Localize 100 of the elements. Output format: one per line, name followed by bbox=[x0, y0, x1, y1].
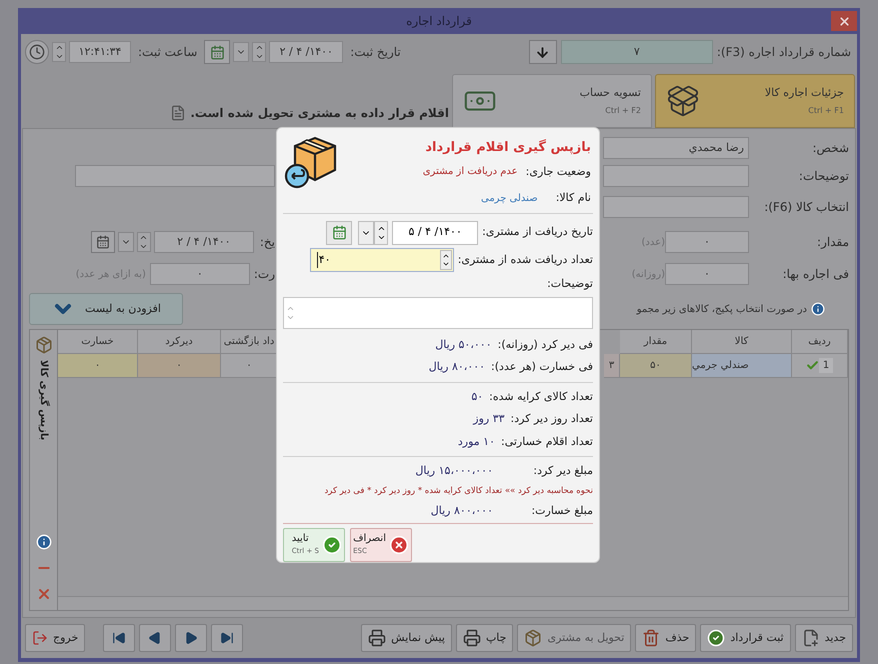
caret-up-icon bbox=[139, 233, 148, 242]
field-label: تعداد کالای کرایه شده: bbox=[489, 388, 593, 405]
check-circle-icon bbox=[322, 535, 342, 555]
window-title: قرارداد اجاره bbox=[406, 13, 472, 30]
caret-down-icon bbox=[54, 52, 64, 61]
status-text: عدم دریافت از مشتری bbox=[422, 165, 518, 180]
field-label: تاریخ دریافت از مشتری: bbox=[482, 224, 593, 240]
caret-down-icon bbox=[254, 52, 264, 61]
printer-icon bbox=[368, 629, 386, 647]
field-label: فی خسارت (هر عدد): bbox=[491, 359, 593, 376]
contract-number-field[interactable]: ۷ bbox=[560, 40, 713, 64]
table-cell: صندلي جرمي bbox=[692, 354, 792, 378]
field-label: یخ: bbox=[260, 234, 275, 251]
spin-button[interactable] bbox=[374, 220, 388, 245]
table-cell: ۵۰ bbox=[620, 354, 692, 378]
field-label: نام کالا: bbox=[556, 190, 591, 206]
formula-text: نحوه محاسبه دیر کرد »» تعداد کالای کرایه شده * روز دیر کرد * فی دیر کرد bbox=[323, 484, 593, 498]
value-text: ۳۳ روز bbox=[473, 411, 505, 428]
field-label: رت: bbox=[254, 266, 275, 283]
date-field[interactable]: ۱۴۰۰/ ۴ / ۵ bbox=[392, 220, 478, 245]
info-icon bbox=[36, 534, 52, 550]
table-cell: ۰ bbox=[138, 354, 221, 378]
fee-field[interactable]: ۰ bbox=[150, 263, 250, 285]
time-field[interactable]: ۱۲:۴۱:۳۴ bbox=[69, 41, 131, 63]
side-panel-title: بازپس گیری کالا bbox=[37, 360, 50, 440]
field-label: ساعت ثبت: bbox=[138, 44, 198, 61]
notes-field[interactable] bbox=[283, 296, 593, 329]
shortcut-text: Ctrl + F2 bbox=[605, 105, 641, 118]
next-icon bbox=[184, 631, 198, 645]
column-header: دیرکرد bbox=[138, 330, 221, 354]
arrow-down-button[interactable] bbox=[528, 40, 557, 64]
rate-field[interactable]: ۰ bbox=[665, 263, 749, 285]
exit-icon bbox=[32, 630, 48, 646]
table-cell: ۰ bbox=[58, 354, 138, 378]
field-label: فی دیر کرد (روزانه): bbox=[498, 336, 593, 353]
person-field[interactable]: رضا محمدي bbox=[603, 137, 749, 159]
value-text: ۱۰ مورد bbox=[458, 434, 495, 450]
navigation-button[interactable] bbox=[211, 624, 244, 652]
column-header: خسارت bbox=[58, 330, 138, 354]
column-header: کالا bbox=[692, 330, 792, 354]
caret-up-icon bbox=[254, 43, 264, 52]
description-field[interactable] bbox=[603, 165, 749, 187]
toolbar-button[interactable]: ثبت قرارداد bbox=[700, 624, 791, 652]
notice-text: اقلام قرار داده به مشتری تحویل شده است. bbox=[190, 105, 449, 122]
clock-button[interactable] bbox=[25, 40, 49, 64]
close-button[interactable] bbox=[831, 11, 857, 31]
first-icon bbox=[112, 631, 126, 645]
navigation-button[interactable] bbox=[175, 624, 208, 652]
close-icon bbox=[838, 14, 850, 28]
exit-button[interactable]: خروج bbox=[25, 624, 86, 652]
date-field[interactable]: ۱۴۰۰/ ۴ / ۲ bbox=[269, 41, 344, 63]
close-circle-icon bbox=[389, 535, 409, 555]
field-label: توضیحات: bbox=[798, 168, 849, 185]
shortcut-text: Ctrl + F1 bbox=[808, 105, 844, 118]
add-to-list-button[interactable]: افزودن به لیست bbox=[29, 293, 183, 325]
calendar-button[interactable] bbox=[204, 40, 230, 64]
arrow-down-icon bbox=[535, 44, 550, 60]
navigation-button[interactable] bbox=[139, 624, 172, 652]
column-header: داد بازگشتی bbox=[221, 330, 278, 354]
quantity-field[interactable]: ۴۰ bbox=[310, 248, 454, 272]
scrollbar[interactable] bbox=[58, 596, 848, 610]
column-header: مقدار bbox=[620, 330, 692, 354]
value-text: ۸۰،۰۰۰ ریال bbox=[428, 359, 486, 376]
date-field[interactable]: ۱۴۰۰/ ۴ / ۲ bbox=[154, 231, 254, 253]
column-header: ردیف bbox=[792, 330, 848, 354]
toolbar-button[interactable]: پیش نمایش bbox=[361, 624, 452, 652]
field-label: شخص: bbox=[811, 140, 849, 157]
toolbar-button[interactable]: حذف bbox=[635, 624, 696, 652]
printer-icon bbox=[462, 629, 481, 647]
calendar-icon bbox=[210, 44, 225, 60]
navigation-button[interactable] bbox=[103, 624, 136, 652]
toolbar-button[interactable]: جدید bbox=[794, 624, 853, 652]
tab-label: جزئیات اجاره کالا bbox=[764, 84, 844, 101]
field-label: شماره قرارداد اجاره (F3): bbox=[716, 44, 851, 61]
description-field[interactable] bbox=[75, 165, 275, 187]
calendar-button[interactable] bbox=[326, 220, 352, 245]
item-select-field[interactable] bbox=[603, 196, 749, 218]
value-text: ۵۰،۰۰۰ ریال bbox=[435, 336, 492, 353]
value-text: ۸۰۰،۰۰۰ ریال bbox=[430, 502, 493, 519]
quantity-field[interactable]: ۰ bbox=[665, 231, 749, 253]
caret-up-icon bbox=[54, 43, 64, 52]
dialog-title: بازپس گیری اقلام قرارداد bbox=[424, 138, 591, 157]
field-label: وضعیت جاری: bbox=[526, 164, 591, 180]
table-cell: ۳ bbox=[604, 354, 620, 378]
field-label: مقدار: bbox=[816, 234, 849, 251]
calendar-button[interactable] bbox=[90, 231, 115, 253]
quantity-value: ۴۰ bbox=[316, 252, 331, 268]
item-name: صندلی چرمی bbox=[480, 192, 538, 206]
box-icon bbox=[34, 336, 52, 354]
field-label: تاریخ ثبت: bbox=[350, 44, 401, 61]
info-text: در صورت انتخاب پکیج، کالاهای زیر مجمو bbox=[636, 302, 807, 316]
field-label: فی اجاره بها: bbox=[782, 266, 849, 283]
field-label: توضیحات: bbox=[546, 276, 593, 292]
field-label: تعداد روز دیر کرد: bbox=[510, 411, 593, 428]
field-label: مبلغ خسارت: bbox=[530, 502, 593, 519]
check-circle-icon bbox=[707, 629, 726, 647]
box-icon bbox=[524, 629, 542, 647]
toolbar-button[interactable]: چاپ bbox=[456, 624, 514, 652]
trash-icon bbox=[642, 629, 660, 647]
info-icon bbox=[811, 302, 825, 316]
